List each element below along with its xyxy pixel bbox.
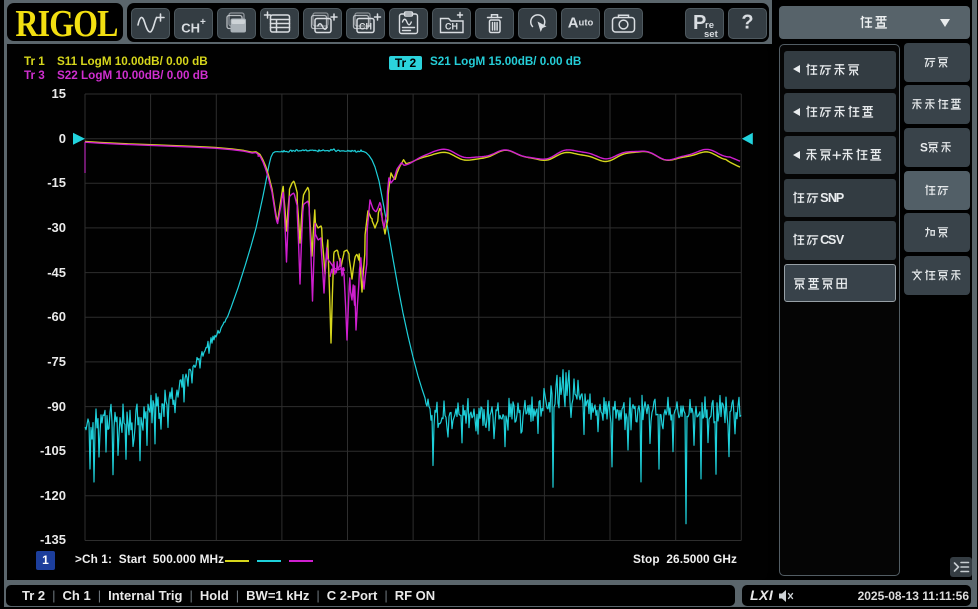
svg-text:S: S bbox=[920, 140, 928, 154]
svg-text:CH: CH bbox=[445, 22, 458, 32]
svg-text:CH: CH bbox=[359, 22, 372, 32]
svg-text:V: V bbox=[836, 233, 845, 247]
svg-text:P: P bbox=[836, 191, 845, 205]
